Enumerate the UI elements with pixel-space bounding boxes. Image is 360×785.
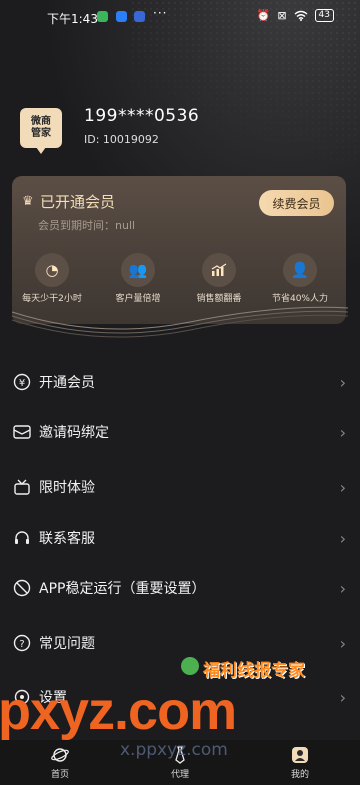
svg-text:?: ? [19, 639, 24, 650]
menu-label: 邀请码绑定 [39, 425, 109, 441]
watermark-domain-small: x.ppxyz.com [120, 740, 228, 760]
chevron-right-icon: › [339, 578, 346, 598]
yuan-icon: ¥ [13, 373, 31, 391]
gift-icon [13, 478, 31, 496]
logo-line2: 管家 [31, 128, 51, 139]
menu-label: 限时体验 [39, 480, 95, 496]
planet-icon [50, 745, 70, 765]
menu-label: 开通会员 [39, 375, 95, 391]
clock-icon: ◔ [35, 253, 69, 287]
feature-customers: 👥 客户量倍增 [98, 253, 178, 304]
app-notification-icon [116, 11, 127, 22]
wechat-notification-icon [97, 11, 108, 22]
question-icon: ? [13, 634, 31, 652]
logo-line1: 微商 [31, 116, 51, 127]
menu-label: 常见问题 [39, 636, 95, 652]
nav-label: 代理 [170, 770, 189, 780]
nav-mine[interactable]: 我的 [240, 740, 360, 785]
chevron-right-icon: › [339, 528, 346, 548]
watermark-domain: pxyz.com [0, 681, 237, 741]
chart-icon [202, 253, 236, 287]
status-right: ⏰ ⊠ 43 [257, 9, 334, 22]
users-icon: 👥 [121, 253, 155, 287]
crown-icon: ♛ [22, 194, 34, 209]
feature-sales: 销售额翻番 [179, 253, 259, 304]
feature-manpower: 👤 节省40%人力 [260, 253, 340, 304]
menu-open-membership[interactable]: ¥ 开通会员 › [0, 357, 360, 407]
menu-app-stability[interactable]: APP稳定运行（重要设置） › [0, 563, 360, 613]
alipay-notification-icon [134, 11, 145, 22]
menu-label: APP稳定运行（重要设置） [39, 581, 206, 597]
no-sim-icon: ⊠ [277, 9, 287, 22]
watermark-brand: 福利线报专家 [203, 661, 305, 681]
alarm-icon: ⏰ [256, 9, 271, 22]
user-id: ID: 10019092 [84, 133, 159, 146]
menu-limited-trial[interactable]: 限时体验 › [0, 462, 360, 512]
profile-icon [290, 745, 310, 765]
vip-status-title: 已开通会员 [40, 193, 116, 211]
nav-home[interactable]: 首页 [0, 740, 120, 785]
nav-label: 首页 [50, 770, 69, 780]
headset-icon [13, 529, 31, 547]
chevron-right-icon: › [339, 477, 346, 497]
mail-icon [13, 423, 31, 441]
app-logo: 微商 管家 [20, 108, 62, 154]
feature-time-saving: ◔ 每天少干2小时 [12, 253, 92, 304]
menu-contact-service[interactable]: 联系客服 › [0, 513, 360, 563]
chevron-right-icon: › [339, 372, 346, 392]
nav-label: 我的 [290, 770, 309, 780]
menu-invite-code[interactable]: 邀请码绑定 › [0, 407, 360, 457]
chevron-right-icon: › [339, 422, 346, 442]
card-wave-decoration [11, 306, 349, 338]
svg-text:¥: ¥ [19, 378, 25, 389]
menu-label: 联系客服 [39, 531, 95, 547]
vip-expire-text: 会员到期时间：null [38, 219, 136, 232]
chevron-right-icon: › [339, 687, 346, 707]
shield-icon [13, 579, 31, 597]
user-phone: 199****0536 [84, 106, 200, 126]
status-bar: 下午1:43 ··· ⏰ ⊠ 43 [0, 0, 360, 34]
chevron-right-icon: › [339, 633, 346, 653]
wifi-icon [294, 10, 307, 21]
renew-membership-button[interactable]: 续费会员 [259, 190, 334, 216]
battery-indicator: 43 [314, 9, 334, 22]
person-icon: 👤 [283, 253, 317, 287]
status-time: 下午1:43 [47, 12, 98, 26]
more-notifications: ··· [153, 6, 168, 20]
menu-faq[interactable]: ? 常见问题 › [0, 618, 360, 668]
